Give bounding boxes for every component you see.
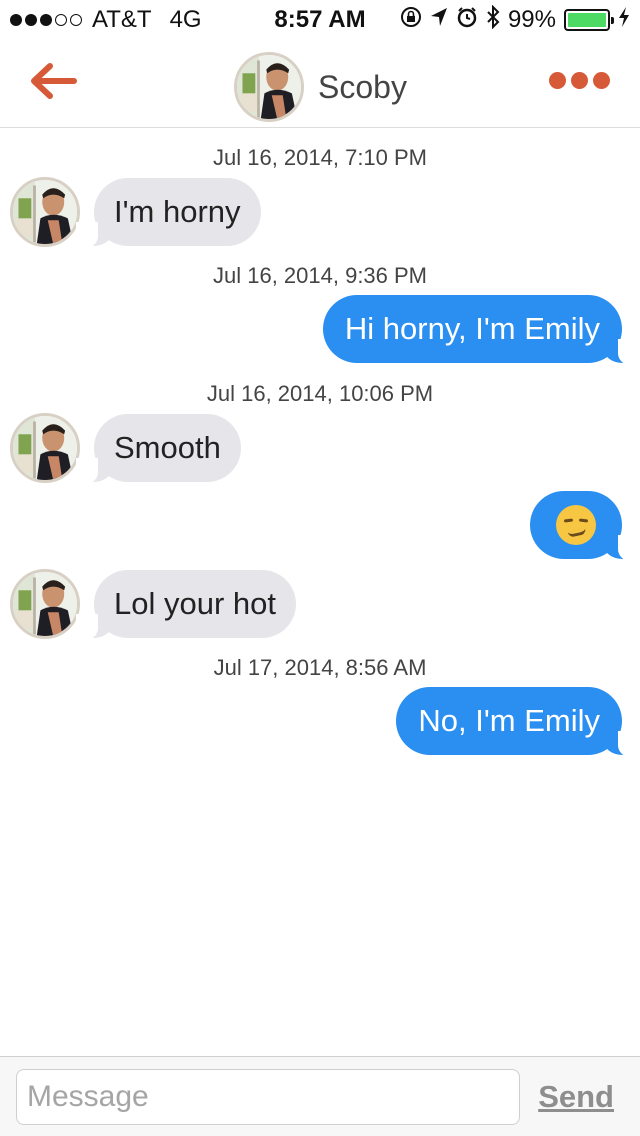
signal-strength-icon	[10, 14, 82, 26]
bluetooth-icon	[486, 4, 500, 35]
timestamp: Jul 16, 2014, 9:36 PM	[212, 263, 428, 288]
contact-name: Scoby	[318, 68, 407, 105]
more-options-button[interactable]	[549, 72, 610, 89]
status-right: 99%	[400, 4, 630, 35]
incoming-message: Lol your hot	[10, 569, 296, 640]
timestamp: Jul 17, 2014, 8:56 AM	[213, 655, 427, 680]
message-composer: Send	[0, 1056, 640, 1136]
contact-info[interactable]: Scoby	[234, 52, 407, 122]
avatar[interactable]	[10, 569, 80, 639]
battery-percent: 99%	[507, 6, 556, 33]
network-label: 4G	[169, 6, 202, 33]
status-bar: AT&T 4G 8:57 AM 99%	[0, 0, 640, 40]
avatar[interactable]	[10, 177, 80, 247]
alarm-icon	[456, 6, 478, 34]
more-options-icon	[549, 72, 566, 89]
timestamp: Jul 16, 2014, 7:10 PM	[212, 145, 428, 170]
message-bubble[interactable]: Smooth	[76, 414, 241, 484]
outgoing-message-bubble[interactable]: No, I'm Emily	[396, 687, 640, 757]
battery-icon	[564, 9, 614, 31]
carrier-label: AT&T	[92, 6, 152, 33]
orientation-lock-icon	[400, 6, 422, 34]
outgoing-emoji-bubble[interactable]	[530, 491, 640, 561]
avatar	[234, 52, 304, 122]
timestamp: Jul 16, 2014, 10:06 PM	[206, 381, 434, 406]
conversation[interactable]: Jul 16, 2014, 7:10 PM I'm horny Jul 16, …	[0, 129, 640, 1056]
chat-header: Scoby	[0, 40, 640, 128]
send-button[interactable]: Send	[538, 1079, 614, 1115]
avatar[interactable]	[10, 413, 80, 483]
back-button[interactable]	[28, 58, 78, 104]
message-bubble[interactable]: I'm horny	[76, 178, 261, 248]
message-bubble[interactable]: Lol your hot	[76, 570, 296, 640]
incoming-message: I'm horny	[10, 177, 261, 248]
charging-icon	[618, 7, 630, 33]
status-left: AT&T 4G	[10, 6, 202, 34]
message-input[interactable]	[16, 1069, 520, 1125]
back-arrow-icon	[31, 63, 77, 99]
smirking-face-icon	[556, 505, 596, 545]
location-icon	[430, 7, 448, 33]
outgoing-message-bubble[interactable]: Hi horny, I'm Emily	[322, 295, 640, 365]
incoming-message: Smooth	[10, 413, 241, 484]
